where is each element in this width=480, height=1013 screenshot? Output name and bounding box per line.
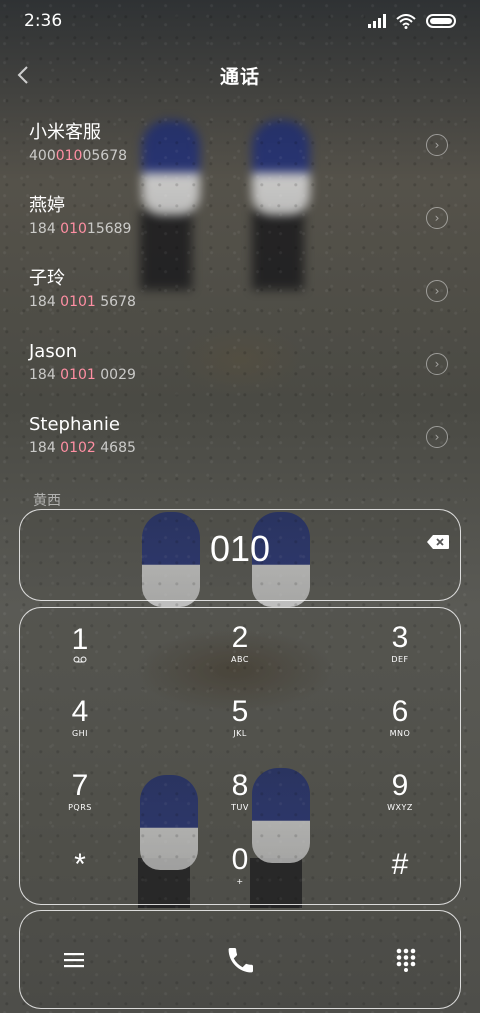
call-button[interactable] <box>214 933 268 987</box>
dialpad-icon <box>396 948 416 972</box>
status-time: 2:36 <box>24 11 63 31</box>
key-letters: + <box>236 876 244 886</box>
contact-info-button[interactable]: › <box>426 207 448 229</box>
number-part: 184 <box>29 440 61 456</box>
number-part: 400 <box>29 148 56 164</box>
number-match: 010 <box>60 221 87 237</box>
key-digit: 6 <box>391 694 409 728</box>
contact-number: 184 0101 5678 <box>29 291 480 313</box>
key-7[interactable]: 7 PQRS <box>20 756 140 826</box>
contact-name: 小米客服 <box>29 122 101 143</box>
contact-list: 小米客服 40001005678 › 燕婷 184 01015689 › 子玲 … <box>0 110 480 475</box>
key-letters: ABC <box>231 654 249 664</box>
key-letters: WXYZ <box>387 802 413 812</box>
key-letters: PQRS <box>68 802 92 812</box>
contact-name: Stephanie <box>29 414 120 435</box>
key-1[interactable]: 1 <box>20 608 140 678</box>
key-digit: 9 <box>391 768 409 802</box>
key-letters: GHI <box>71 728 89 738</box>
status-bar: 2:36 <box>0 0 480 42</box>
contact-info-button[interactable]: › <box>426 280 448 302</box>
list-item[interactable]: 子玲 184 0101 5678 › <box>0 256 480 329</box>
key-digit: 3 <box>391 620 409 654</box>
number-match: 010 <box>55 148 83 164</box>
contact-info-button[interactable]: › <box>426 426 448 448</box>
header: 通话 <box>0 50 480 100</box>
key-letters: DEF <box>391 654 409 664</box>
chevron-right-icon: › <box>434 211 440 225</box>
key-6[interactable]: 6 MNO <box>340 682 460 752</box>
contact-name: 燕婷 <box>29 195 65 216</box>
key-letters: TUV <box>231 802 249 812</box>
key-8[interactable]: 8 TUV <box>180 756 300 826</box>
backspace-icon[interactable] <box>426 534 450 550</box>
voicemail-icon <box>73 656 87 662</box>
chevron-right-icon: › <box>434 357 440 371</box>
key-digit: 4 <box>71 694 89 728</box>
key-hash[interactable]: # <box>340 830 460 900</box>
key-4[interactable]: 4 GHI <box>20 682 140 752</box>
dialed-number: 010 <box>209 528 271 569</box>
key-digit: 7 <box>71 768 89 802</box>
chevron-right-icon: › <box>434 138 440 152</box>
partial-contact-name: 黄西 <box>33 493 61 509</box>
wifi-icon <box>396 13 416 29</box>
number-part: 5678 <box>95 294 136 310</box>
key-2[interactable]: 2 ABC <box>180 608 300 678</box>
key-star[interactable]: * <box>20 830 140 900</box>
number-match: 0101 <box>60 294 96 310</box>
number-part: 184 <box>29 294 61 310</box>
contact-name: Jason <box>29 341 78 362</box>
status-icons <box>368 13 456 29</box>
contact-number: 40001005678 <box>29 145 480 167</box>
key-letters: JKL <box>233 728 247 738</box>
number-part: 184 <box>29 221 61 237</box>
battery-icon <box>426 14 456 28</box>
key-digit: 8 <box>231 768 249 802</box>
key-9[interactable]: 9 WXYZ <box>340 756 460 826</box>
key-5[interactable]: 5 JKL <box>180 682 300 752</box>
menu-button[interactable] <box>47 933 101 987</box>
key-0[interactable]: 0 + <box>180 830 300 900</box>
list-item[interactable]: 小米客服 40001005678 › <box>0 110 480 183</box>
page-title: 通话 <box>219 65 260 88</box>
key-digit: # <box>391 848 409 881</box>
list-item[interactable]: Stephanie 184 0102 4685 › <box>0 402 480 475</box>
number-match: 0101 <box>60 367 96 383</box>
action-bar <box>19 910 461 1009</box>
signal-icon <box>368 14 386 28</box>
list-item[interactable]: Jason 184 0101 0029 › <box>0 329 480 402</box>
contact-number: 184 01015689 <box>29 218 480 240</box>
number-part: 05678 <box>82 148 128 164</box>
key-digit: 5 <box>231 694 249 728</box>
key-digit: 1 <box>71 622 89 656</box>
number-part: 15689 <box>86 221 132 237</box>
key-digit: 2 <box>231 620 249 654</box>
dialpad: 1 2 ABC 3 DEF 4 GHI 5 JKL 6 MNO 7 PQRS 8… <box>19 607 461 905</box>
key-digit: 0 <box>231 842 249 876</box>
dialpad-toggle-button[interactable] <box>379 933 433 987</box>
contact-info-button[interactable]: › <box>426 353 448 375</box>
number-part: 184 <box>29 367 61 383</box>
list-item[interactable]: 燕婷 184 01015689 › <box>0 183 480 256</box>
menu-icon <box>64 953 84 968</box>
contact-name: 子玲 <box>29 268 65 289</box>
chevron-right-icon: › <box>434 284 440 298</box>
number-part: 4685 <box>95 440 136 456</box>
chevron-right-icon: › <box>434 430 440 444</box>
number-match: 0102 <box>60 440 96 456</box>
key-3[interactable]: 3 DEF <box>340 608 460 678</box>
contact-number: 184 0102 4685 <box>29 437 480 459</box>
chevron-left-icon <box>17 66 28 84</box>
key-digit: * <box>74 848 86 881</box>
phone-icon <box>228 948 253 973</box>
key-letters: MNO <box>389 728 411 738</box>
back-button[interactable] <box>8 60 38 90</box>
contact-number: 184 0101 0029 <box>29 364 480 386</box>
number-part: 0029 <box>95 367 136 383</box>
contact-info-button[interactable]: › <box>426 134 448 156</box>
dialed-number-panel: 010 <box>19 509 461 601</box>
